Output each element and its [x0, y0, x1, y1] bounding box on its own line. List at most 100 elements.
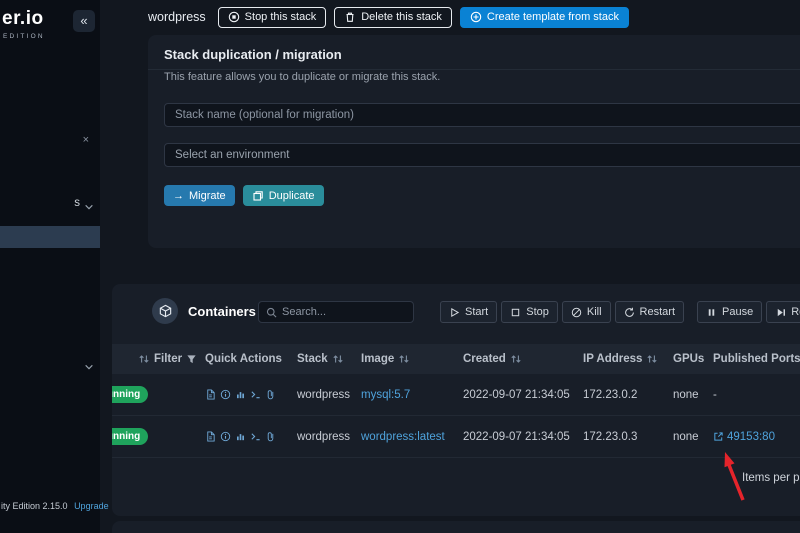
image-link[interactable]: mysql:5.7	[361, 389, 410, 401]
next-panel	[112, 521, 800, 533]
duplicate-label: Duplicate	[268, 189, 315, 202]
duplication-buttons: → Migrate Duplicate	[164, 185, 324, 206]
console-icon[interactable]	[250, 431, 261, 442]
filter-funnel-icon[interactable]	[186, 354, 197, 365]
collapse-icon: «	[80, 13, 88, 28]
stack-name-input[interactable]	[164, 103, 800, 127]
stack-cell: wordpress	[297, 388, 351, 401]
quick-actions	[202, 431, 294, 442]
stop-stack-button[interactable]: Stop this stack	[217, 6, 327, 28]
state-column-header[interactable]: Filter	[112, 353, 202, 365]
app-logo: er.io	[2, 8, 44, 29]
sidebar: er.io EDITION « × s ity Edition 2.15.0 U…	[0, 0, 109, 533]
sort-icon[interactable]	[646, 353, 658, 365]
environment-select[interactable]: Select an environment	[164, 143, 800, 167]
resume-label: Resume	[791, 306, 800, 318]
stats-icon[interactable]	[235, 431, 246, 442]
plus-circle-icon	[470, 11, 482, 23]
delete-stack-button[interactable]: Delete this stack	[334, 6, 452, 28]
page-header: wordpress Stop this stack Delete this st…	[148, 6, 629, 28]
sidebar-item-active[interactable]	[0, 226, 100, 248]
stack-title: wordpress	[148, 10, 206, 24]
attach-icon[interactable]	[265, 389, 276, 400]
containers-table-header: Filter Quick Actions Stack Image Created…	[112, 344, 800, 374]
sidebar-item-label: s	[74, 197, 80, 209]
items-per-page-label: Items per page	[742, 472, 800, 484]
filter-label: Filter	[154, 353, 183, 365]
arrow-right-icon: →	[173, 189, 184, 202]
kill-button[interactable]: Kill	[561, 301, 611, 323]
ip-cell: 172.23.0.3	[583, 430, 638, 443]
containers-search	[258, 301, 414, 323]
create-template-button[interactable]: Create template from stack	[459, 6, 629, 28]
restart-button[interactable]: Restart	[614, 301, 685, 323]
inspect-icon[interactable]	[220, 431, 231, 442]
table-row: running wordpress mysql:5.7 2022-09-07 2…	[112, 374, 800, 416]
resume-icon	[775, 307, 786, 318]
logs-icon[interactable]	[205, 431, 216, 442]
chevron-down-icon[interactable]	[84, 362, 94, 372]
published-port-link[interactable]: 49153:80	[713, 431, 775, 443]
stats-icon[interactable]	[235, 389, 246, 400]
created-cell: 2022-09-07 21:34:05	[463, 430, 570, 443]
stack-column-header[interactable]: Stack	[294, 353, 358, 365]
inspect-icon[interactable]	[220, 389, 231, 400]
edition-label: EDITION	[3, 33, 45, 40]
attach-icon[interactable]	[265, 431, 276, 442]
upgrade-link[interactable]: Upgrade	[74, 501, 109, 511]
divider	[148, 69, 800, 70]
table-row: running wordpress wordpress:latest 2022-…	[112, 416, 800, 458]
restart-label: Restart	[639, 306, 676, 318]
sort-icon[interactable]	[398, 353, 410, 365]
containers-panel: Containers Start Stop Kill Restart	[112, 284, 800, 516]
stack-cell: wordpress	[297, 430, 351, 443]
start-button[interactable]: Start	[440, 301, 498, 323]
kill-label: Kill	[586, 306, 602, 318]
restart-icon	[624, 307, 635, 318]
portainer-page: er.io EDITION « × s ity Edition 2.15.0 U…	[0, 0, 800, 533]
play-icon	[449, 307, 460, 318]
stop-square-icon	[510, 307, 521, 318]
logs-icon[interactable]	[205, 389, 216, 400]
duplicate-button[interactable]: Duplicate	[242, 185, 324, 206]
ports-cell: -	[713, 388, 717, 401]
migrate-button[interactable]: → Migrate	[164, 185, 235, 206]
gpus-cell: none	[673, 430, 699, 443]
chevron-down-icon[interactable]	[84, 202, 94, 212]
environment-select-placeholder: Select an environment	[175, 149, 290, 161]
stop-label: Stop	[526, 306, 549, 318]
create-template-label: Create template from stack	[486, 11, 619, 23]
created-cell: 2022-09-07 21:34:05	[463, 388, 570, 401]
sort-icon[interactable]	[138, 353, 150, 365]
pause-icon	[706, 307, 717, 318]
stop-button[interactable]: Stop	[501, 301, 558, 323]
status-badge: running	[112, 428, 149, 445]
containers-icon	[152, 298, 178, 324]
image-link[interactable]: wordpress:latest	[361, 431, 445, 443]
stop-stack-label: Stop this stack	[244, 11, 317, 23]
sort-icon[interactable]	[510, 353, 522, 365]
duplication-description: This feature allows you to duplicate or …	[164, 71, 441, 83]
image-column-header[interactable]: Image	[358, 353, 460, 365]
resume-button[interactable]: Resume	[766, 301, 800, 323]
search-input[interactable]	[282, 306, 406, 318]
gpus-cell: none	[673, 388, 699, 401]
kill-icon	[571, 307, 582, 318]
published-port-label: 49153:80	[727, 430, 775, 443]
pause-button[interactable]: Pause	[697, 301, 763, 323]
pause-label: Pause	[722, 306, 754, 318]
copy-icon	[252, 190, 264, 202]
console-icon[interactable]	[250, 389, 261, 400]
quick-actions	[202, 389, 294, 400]
created-column-header[interactable]: Created	[460, 353, 580, 365]
close-icon[interactable]: ×	[83, 134, 89, 146]
containers-title: Containers	[188, 304, 256, 319]
duplication-title: Stack duplication / migration	[164, 47, 342, 62]
container-actions: Start Stop Kill Restart Pause Resume	[440, 301, 800, 323]
search-icon	[266, 307, 277, 318]
sort-icon[interactable]	[332, 353, 344, 365]
sidebar-footer: ity Edition 2.15.0 Upgrade	[1, 501, 109, 511]
sidebar-collapse-button[interactable]: «	[73, 10, 95, 32]
trash-icon	[344, 11, 356, 23]
ip-address-column-header[interactable]: IP Address	[580, 353, 670, 365]
